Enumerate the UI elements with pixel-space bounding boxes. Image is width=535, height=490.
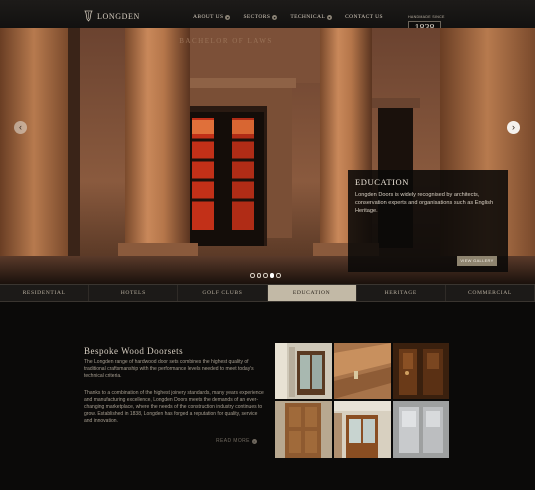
thumb-glazed-hall-doors[interactable] xyxy=(275,343,332,399)
logo[interactable]: LONGDEN xyxy=(84,9,140,23)
slider-pagination xyxy=(250,273,281,278)
read-more-link[interactable]: READ MORE › xyxy=(216,438,257,444)
slider-prev-button[interactable]: ‹ xyxy=(14,121,27,134)
slider-dot[interactable] xyxy=(263,273,268,278)
thumb-corridor-doors[interactable] xyxy=(334,401,391,458)
hero-inscription: BACHELOR OF LAWS xyxy=(179,37,272,45)
main-nav: ABOUT US ▾ SECTORS ▾ TECHNICAL ▾ CONTACT… xyxy=(193,14,383,20)
tab-education[interactable]: EDUCATION xyxy=(267,285,357,301)
chevron-down-icon: ▾ xyxy=(225,14,231,20)
slide-caption-title: EDUCATION xyxy=(355,177,410,187)
chevron-down-icon: ▾ xyxy=(327,14,333,20)
photo-image xyxy=(275,343,332,399)
thumb-white-panels[interactable] xyxy=(393,401,449,458)
nav-contact-us[interactable]: CONTACT US xyxy=(345,14,383,20)
section-title: Bespoke Wood Doorsets xyxy=(84,346,184,356)
nav-sectors[interactable]: SECTORS ▾ xyxy=(243,14,278,20)
slider-dot[interactable] xyxy=(256,273,261,278)
sector-tabs: RESIDENTIAL HOTELS GOLF CLUBS EDUCATION … xyxy=(0,284,535,302)
photo-image xyxy=(393,343,449,399)
thumb-panelled-room[interactable] xyxy=(393,343,449,399)
photo-image xyxy=(334,401,391,458)
photo-image xyxy=(393,401,449,458)
intro-paragraph: The Longden range of hardwood door sets … xyxy=(84,359,254,379)
body-paragraph: Thanks to a combination of the highest j… xyxy=(84,390,264,424)
logo-crest-icon xyxy=(84,10,93,22)
slider-dot-active[interactable] xyxy=(269,273,274,278)
slide-caption-text: Longden Doors is widely recognised by ar… xyxy=(355,192,494,214)
heritage-badge-caption: HANDMADE SINCE xyxy=(408,15,445,19)
tab-heritage[interactable]: HERITAGE xyxy=(357,285,446,301)
tab-residential[interactable]: RESIDENTIAL xyxy=(0,285,90,301)
tab-golf-clubs[interactable]: GOLF CLUBS xyxy=(178,285,268,301)
view-gallery-button[interactable]: VIEW GALLERY xyxy=(457,256,497,266)
nav-label: CONTACT US xyxy=(345,14,383,20)
chevron-right-icon: › xyxy=(512,122,515,132)
chevron-left-icon: ‹ xyxy=(19,122,22,132)
photo-image xyxy=(275,401,332,458)
slider-dot[interactable] xyxy=(250,273,255,278)
nav-technical[interactable]: TECHNICAL ▾ xyxy=(290,14,333,20)
tab-hotels[interactable]: HOTELS xyxy=(89,285,179,301)
nav-label: SECTORS xyxy=(243,14,271,20)
slider-next-button[interactable]: › xyxy=(507,121,520,134)
photo-image xyxy=(334,343,391,399)
thumb-door-detail[interactable] xyxy=(334,343,391,399)
thumb-wood-door[interactable] xyxy=(275,401,332,458)
slider-dot[interactable] xyxy=(276,273,281,278)
chevron-right-icon: › xyxy=(251,438,257,444)
nav-label: TECHNICAL xyxy=(290,14,326,20)
nav-label: ABOUT US xyxy=(193,14,224,20)
tab-commercial[interactable]: COMMERCIAL xyxy=(446,285,535,301)
read-more-label: READ MORE xyxy=(216,438,250,444)
nav-about-us[interactable]: ABOUT US ▾ xyxy=(193,14,231,20)
thumbnail-grid xyxy=(275,343,449,458)
chevron-down-icon: ▾ xyxy=(272,14,278,20)
logo-text: LONGDEN xyxy=(97,11,140,21)
